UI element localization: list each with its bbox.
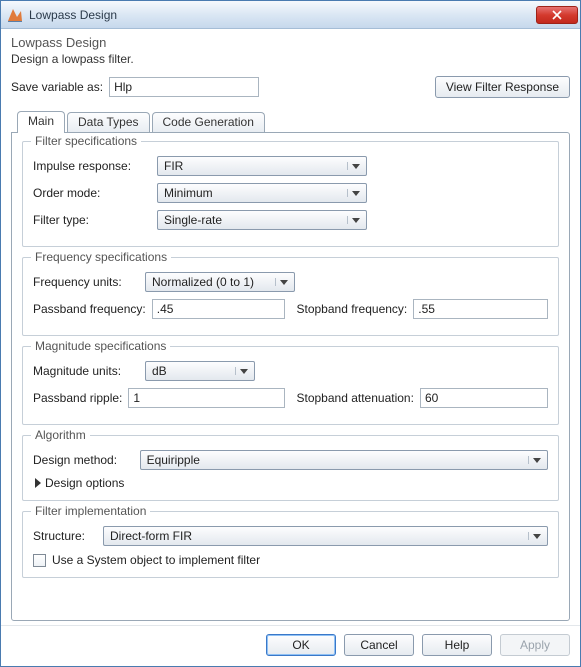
- design-method-label: Design method:: [33, 453, 134, 467]
- passband-frequency-label: Passband frequency:: [33, 302, 146, 316]
- magnitude-units-label: Magnitude units:: [33, 364, 139, 378]
- design-method-combo[interactable]: Equiripple: [140, 450, 548, 470]
- magnitude-units-value: dB: [152, 364, 167, 378]
- tab-code-generation[interactable]: Code Generation: [152, 112, 265, 132]
- group-magnitude-specifications: Magnitude specifications Magnitude units…: [22, 346, 559, 425]
- group-legend: Filter implementation: [31, 504, 150, 518]
- group-legend: Filter specifications: [31, 134, 141, 148]
- group-algorithm: Algorithm Design method: Equiripple Desi…: [22, 435, 559, 501]
- stopband-frequency-label: Stopband frequency:: [297, 302, 408, 316]
- design-options-disclosure[interactable]: Design options: [35, 476, 548, 490]
- impulse-response-value: FIR: [164, 159, 183, 173]
- filter-type-value: Single-rate: [164, 213, 222, 227]
- chevron-down-icon: [347, 216, 364, 224]
- group-frequency-specifications: Frequency specifications Frequency units…: [22, 257, 559, 336]
- passband-frequency-input[interactable]: [152, 299, 285, 319]
- chevron-down-icon: [528, 532, 545, 540]
- view-filter-response-button[interactable]: View Filter Response: [435, 76, 570, 98]
- structure-label: Structure:: [33, 529, 97, 543]
- save-variable-row: Save variable as: View Filter Response: [11, 76, 570, 98]
- frequency-units-value: Normalized (0 to 1): [152, 275, 254, 289]
- window-frame: Lowpass Design Lowpass Design Design a l…: [0, 0, 581, 667]
- app-icon: [7, 7, 23, 23]
- impulse-response-combo[interactable]: FIR: [157, 156, 367, 176]
- group-filter-specifications: Filter specifications Impulse response: …: [22, 141, 559, 247]
- body: Lowpass Design Design a lowpass filter. …: [1, 29, 580, 625]
- order-mode-value: Minimum: [164, 186, 213, 200]
- page-title: Lowpass Design: [11, 35, 570, 50]
- dialog-buttons: OK Cancel Help Apply: [1, 625, 580, 666]
- page-description: Design a lowpass filter.: [11, 52, 570, 66]
- chevron-down-icon: [347, 162, 364, 170]
- chevron-down-icon: [235, 367, 252, 375]
- triangle-right-icon: [35, 478, 41, 488]
- tab-data-types[interactable]: Data Types: [67, 112, 149, 132]
- frequency-units-label: Frequency units:: [33, 275, 139, 289]
- save-variable-input[interactable]: [109, 77, 259, 97]
- impulse-response-label: Impulse response:: [33, 159, 151, 173]
- titlebar: Lowpass Design: [1, 1, 580, 29]
- group-legend: Frequency specifications: [31, 250, 171, 264]
- tabs: Main Data Types Code Generation Filter s…: [11, 110, 570, 621]
- passband-ripple-label: Passband ripple:: [33, 391, 122, 405]
- design-options-label: Design options: [45, 476, 124, 490]
- tab-main[interactable]: Main: [17, 111, 65, 133]
- close-button[interactable]: [536, 6, 578, 24]
- filter-type-label: Filter type:: [33, 213, 151, 227]
- design-method-value: Equiripple: [147, 453, 200, 467]
- frequency-units-combo[interactable]: Normalized (0 to 1): [145, 272, 295, 292]
- magnitude-units-combo[interactable]: dB: [145, 361, 255, 381]
- save-variable-label: Save variable as:: [11, 80, 103, 94]
- apply-button: Apply: [500, 634, 570, 656]
- structure-value: Direct-form FIR: [110, 529, 192, 543]
- tab-panel-main: Filter specifications Impulse response: …: [11, 132, 570, 621]
- stopband-attenuation-input[interactable]: [420, 388, 548, 408]
- chevron-down-icon: [347, 189, 364, 197]
- order-mode-label: Order mode:: [33, 186, 151, 200]
- system-object-label: Use a System object to implement filter: [52, 553, 260, 567]
- ok-button[interactable]: OK: [266, 634, 336, 656]
- window-title: Lowpass Design: [29, 8, 536, 22]
- stopband-frequency-input[interactable]: [413, 299, 548, 319]
- group-filter-implementation: Filter implementation Structure: Direct-…: [22, 511, 559, 578]
- cancel-button[interactable]: Cancel: [344, 634, 414, 656]
- filter-type-combo[interactable]: Single-rate: [157, 210, 367, 230]
- group-legend: Magnitude specifications: [31, 339, 170, 353]
- system-object-checkbox[interactable]: [33, 554, 46, 567]
- group-legend: Algorithm: [31, 428, 90, 442]
- chevron-down-icon: [528, 456, 545, 464]
- order-mode-combo[interactable]: Minimum: [157, 183, 367, 203]
- chevron-down-icon: [275, 278, 292, 286]
- passband-ripple-input[interactable]: [128, 388, 284, 408]
- structure-combo[interactable]: Direct-form FIR: [103, 526, 548, 546]
- help-button[interactable]: Help: [422, 634, 492, 656]
- stopband-attenuation-label: Stopband attenuation:: [297, 391, 414, 405]
